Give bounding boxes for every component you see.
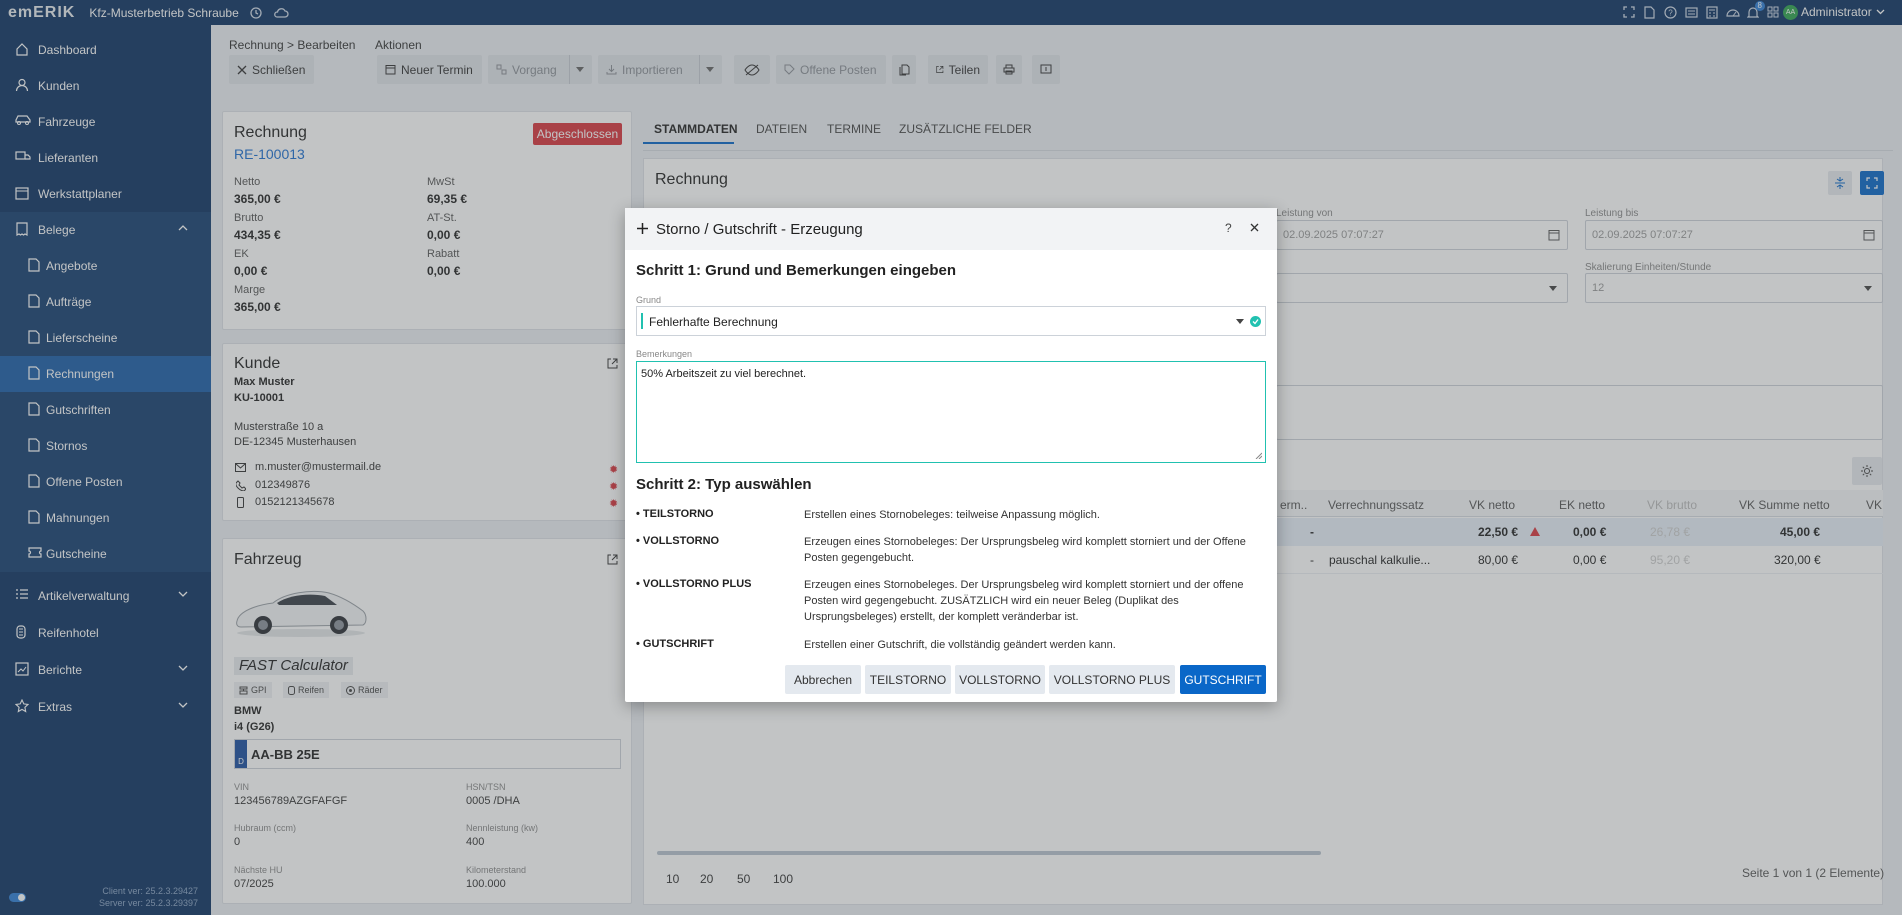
resize-handle-icon[interactable] bbox=[1255, 452, 1262, 459]
desc-teilstorno: Erstellen eines Stornobeleges: teilweise… bbox=[804, 509, 1100, 521]
type-vollstorno-plus: • VOLLSTORNO PLUS bbox=[636, 578, 752, 590]
grund-label: Grund bbox=[636, 295, 662, 305]
cancel-button[interactable]: Abbrechen bbox=[785, 665, 861, 694]
text-cursor bbox=[641, 313, 643, 329]
step2-heading: Schritt 2: Typ auswählen bbox=[636, 476, 812, 493]
desc-vollstorno-plus: Erzeugen eines Stornobeleges. Der Urspru… bbox=[804, 579, 1244, 623]
close-icon[interactable] bbox=[1250, 223, 1259, 232]
desc-gutschrift: Erstellen einer Gutschrift, die vollstän… bbox=[804, 639, 1116, 651]
desc-vollstorno: Erzeugen eines Stornobeleges: Der Urspru… bbox=[804, 536, 1246, 564]
type-gutschrift: • GUTSCHRIFT bbox=[636, 638, 714, 650]
plus-icon bbox=[636, 222, 649, 235]
check-icon bbox=[1250, 316, 1261, 327]
type-vollstorno: • VOLLSTORNO bbox=[636, 535, 720, 547]
grund-select[interactable]: Fehlerhafte Berechnung bbox=[636, 306, 1266, 336]
storno-dialog: Storno / Gutschrift - Erzeugung ? Schrit… bbox=[625, 208, 1277, 702]
dialog-header: Storno / Gutschrift - Erzeugung ? bbox=[625, 208, 1277, 250]
bemerkungen-textarea[interactable]: 50% Arbeitszeit zu viel berechnet. bbox=[636, 361, 1266, 463]
type-teilstorno: • TEILSTORNO bbox=[636, 508, 714, 520]
gutschrift-button[interactable]: GUTSCHRIFT bbox=[1180, 665, 1266, 694]
vollstorno-button[interactable]: VOLLSTORNO bbox=[955, 665, 1045, 694]
bemerkungen-label: Bemerkungen bbox=[636, 349, 693, 359]
vollstorno-plus-button[interactable]: VOLLSTORNO PLUS bbox=[1049, 665, 1175, 694]
step1-heading: Schritt 1: Grund und Bemerkungen eingebe… bbox=[636, 262, 957, 279]
help-button[interactable]: ? bbox=[1225, 221, 1232, 235]
dialog-title: Storno / Gutschrift - Erzeugung bbox=[656, 220, 863, 238]
caret-down-icon bbox=[1236, 319, 1244, 324]
bemerkungen-value: 50% Arbeitszeit zu viel berechnet. bbox=[641, 368, 807, 380]
grund-value: Fehlerhafte Berechnung bbox=[649, 315, 778, 329]
teilstorno-button[interactable]: TEILSTORNO bbox=[865, 665, 951, 694]
